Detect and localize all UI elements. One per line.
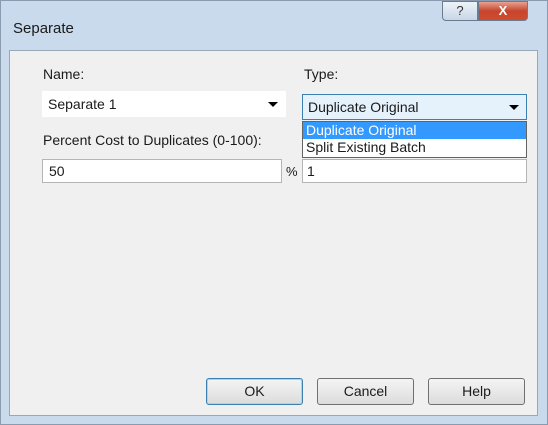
help-button[interactable]: Help — [428, 378, 525, 405]
name-value: Separate 1 — [48, 96, 117, 112]
type-combobox[interactable]: Duplicate Original — [302, 94, 527, 120]
percent-unit-label: % — [286, 164, 298, 179]
name-combobox[interactable]: Separate 1 — [42, 91, 286, 117]
type-option-duplicate-original[interactable]: Duplicate Original — [303, 122, 526, 139]
second-value-input[interactable]: 1 — [302, 159, 527, 183]
percent-cost-label: Percent Cost to Duplicates (0-100): — [43, 132, 262, 148]
chevron-down-icon[interactable] — [268, 102, 278, 107]
close-icon: X — [498, 3, 508, 18]
close-button[interactable]: X — [478, 1, 528, 21]
type-label: Type: — [304, 66, 339, 82]
type-option-split-existing-batch[interactable]: Split Existing Batch — [303, 139, 526, 156]
question-icon: ? — [456, 3, 464, 18]
name-label: Name: — [43, 66, 85, 82]
help-title-button[interactable]: ? — [442, 1, 478, 21]
cancel-button[interactable]: Cancel — [317, 378, 414, 405]
type-value: Duplicate Original — [308, 99, 419, 115]
ok-button[interactable]: OK — [206, 378, 303, 405]
percent-cost-input[interactable]: 50 — [42, 159, 282, 183]
type-dropdown-list: Duplicate Original Split Existing Batch — [302, 121, 527, 158]
window-title: Separate — [13, 20, 74, 37]
chevron-down-icon[interactable] — [509, 105, 519, 110]
